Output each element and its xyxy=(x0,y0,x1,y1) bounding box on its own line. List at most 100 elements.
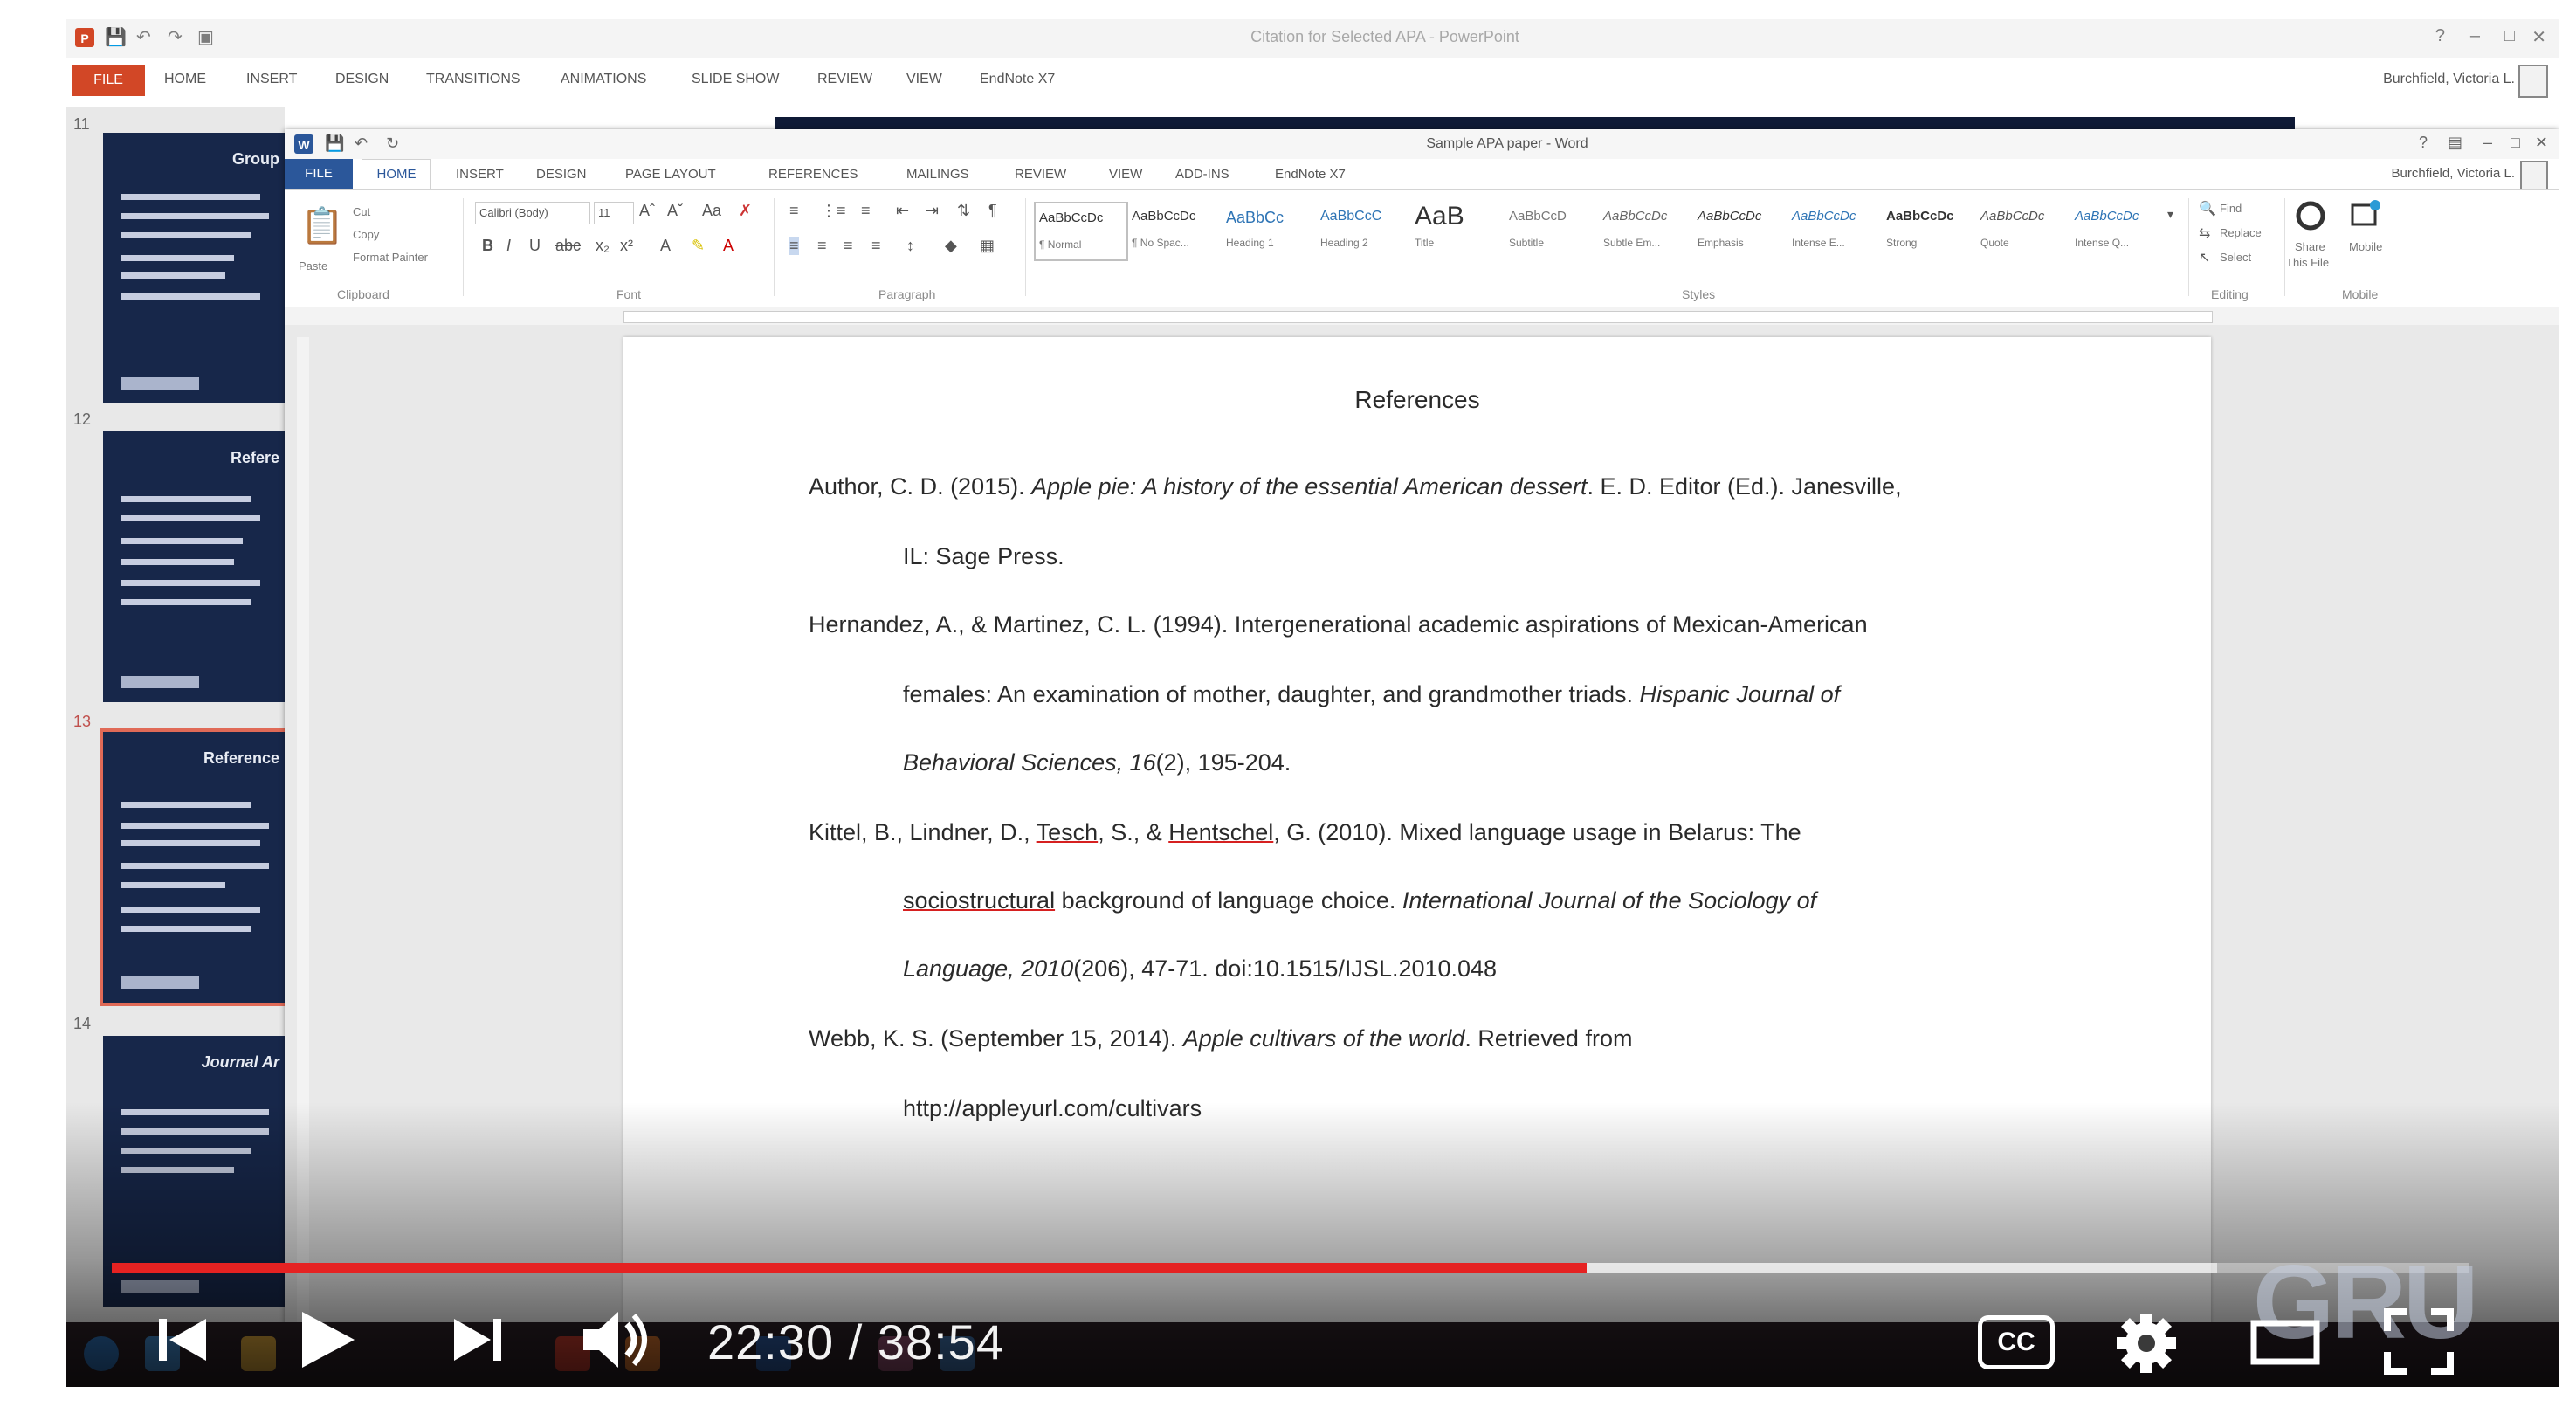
ppt-tab-insert[interactable]: INSERT xyxy=(246,72,297,87)
style-quote[interactable]: AaBbCcDc Quote xyxy=(1977,202,2068,258)
play-icon[interactable] xyxy=(297,1308,358,1371)
redo-icon[interactable]: ↻ xyxy=(386,134,399,153)
misspelled-word[interactable]: Tesch xyxy=(1037,819,1099,845)
ppt-tab-file[interactable]: FILE xyxy=(72,65,145,96)
restore-icon[interactable]: □ xyxy=(2511,134,2520,152)
theater-mode-icon[interactable] xyxy=(2249,1317,2321,1368)
word-user-avatar[interactable] xyxy=(2520,161,2548,190)
style-subtle-emphasis[interactable]: AaBbCcDc Subtle Em... xyxy=(1600,202,1691,258)
settings-gear-icon[interactable] xyxy=(2115,1312,2178,1375)
change-case-icon[interactable]: Aa xyxy=(702,202,721,220)
subscript-icon[interactable]: x₂ xyxy=(596,237,610,255)
font-name-select[interactable]: Calibri (Body) xyxy=(475,202,590,224)
replace-button[interactable]: Replace xyxy=(2220,226,2262,239)
previous-icon[interactable] xyxy=(154,1312,210,1368)
slide-thumbnail[interactable]: Group xyxy=(103,133,286,403)
word-tab-references[interactable]: REFERENCES xyxy=(768,167,858,182)
style-title[interactable]: AaB Title xyxy=(1411,202,1502,258)
close-icon[interactable]: ✕ xyxy=(2531,26,2546,48)
word-tab-view[interactable]: VIEW xyxy=(1109,167,1142,182)
bullets-icon[interactable]: ≡ xyxy=(789,202,799,220)
text-effects-icon[interactable]: A xyxy=(660,237,671,255)
share-button[interactable]: Share xyxy=(2295,240,2325,253)
ppt-tab-transitions[interactable]: TRANSITIONS xyxy=(426,72,520,87)
undo-icon[interactable]: ↶ xyxy=(136,26,151,48)
word-tab-add-ins[interactable]: ADD-INS xyxy=(1175,167,1229,182)
justify-icon[interactable]: ≡ xyxy=(871,237,881,255)
line-spacing-icon[interactable]: ↕ xyxy=(906,237,914,255)
word-tab-file[interactable]: FILE xyxy=(285,159,353,189)
mobile-button[interactable]: Mobile xyxy=(2349,240,2382,253)
find-icon[interactable]: 🔍 xyxy=(2199,200,2216,217)
bold-icon[interactable]: B xyxy=(482,237,493,255)
font-color-icon[interactable]: A xyxy=(723,237,734,255)
clear-formatting-icon[interactable]: ✗ xyxy=(739,202,752,220)
replace-icon[interactable]: ⇆ xyxy=(2199,224,2210,242)
styles-more-icon[interactable]: ▾ xyxy=(2167,207,2173,222)
align-left-icon[interactable]: ≡ xyxy=(789,237,799,255)
shading-icon[interactable]: ◆ xyxy=(945,237,957,255)
select-icon[interactable]: ↖ xyxy=(2199,249,2210,266)
increase-indent-icon[interactable]: ⇥ xyxy=(926,202,939,220)
ppt-tab-slide-show[interactable]: SLIDE SHOW xyxy=(692,72,779,87)
show-formatting-icon[interactable]: ¶ xyxy=(988,202,997,220)
style-no-spacing[interactable]: AaBbCcDc ¶ No Spac... xyxy=(1128,202,1219,258)
find-button[interactable]: Find xyxy=(2220,202,2242,215)
word-tab-home[interactable]: HOME xyxy=(362,159,431,190)
help-icon[interactable]: ? xyxy=(2435,26,2445,46)
underline-icon[interactable]: U xyxy=(529,237,541,255)
numbering-icon[interactable]: ⋮≡ xyxy=(821,202,846,220)
minimize-icon[interactable]: – xyxy=(2483,134,2492,152)
decrease-indent-icon[interactable]: ⇤ xyxy=(896,202,909,220)
align-right-icon[interactable]: ≡ xyxy=(844,237,853,255)
slide-thumbnail[interactable]: Refere xyxy=(103,431,286,702)
style-intense-emphasis[interactable]: AaBbCcDc Intense E... xyxy=(1788,202,1879,258)
italic-icon[interactable]: I xyxy=(506,237,511,255)
mobile-icon[interactable] xyxy=(2347,197,2382,231)
paste-button[interactable]: Paste xyxy=(299,259,327,272)
sort-icon[interactable]: ⇅ xyxy=(957,202,970,220)
fullscreen-icon[interactable] xyxy=(2384,1308,2454,1375)
save-icon[interactable]: 💾 xyxy=(325,134,344,153)
ppt-tab-home[interactable]: HOME xyxy=(164,72,206,87)
shrink-font-icon[interactable]: Aˇ xyxy=(667,202,683,220)
horizontal-ruler[interactable] xyxy=(285,307,2559,325)
select-button[interactable]: Select xyxy=(2220,251,2251,264)
ppt-tab-design[interactable]: DESIGN xyxy=(335,72,389,87)
word-tab-review[interactable]: REVIEW xyxy=(1015,167,1066,182)
undo-icon[interactable]: ↶ xyxy=(355,134,368,153)
ppt-tab-endnote[interactable]: EndNote X7 xyxy=(980,72,1055,87)
cc-icon[interactable]: CC xyxy=(1978,1315,2055,1369)
share-icon[interactable] xyxy=(2293,198,2328,233)
word-tab-insert[interactable]: INSERT xyxy=(456,167,504,182)
format-painter-button[interactable]: Format Painter xyxy=(353,251,428,264)
ppt-tab-animations[interactable]: ANIMATIONS xyxy=(561,72,646,87)
paste-icon[interactable]: 📋 xyxy=(300,205,344,246)
cut-button[interactable]: Cut xyxy=(353,205,370,218)
strikethrough-icon[interactable]: abc xyxy=(555,237,581,255)
redo-icon[interactable]: ↷ xyxy=(168,26,183,48)
style-strong[interactable]: AaBbCcDc Strong xyxy=(1883,202,1973,258)
save-icon[interactable]: 💾 xyxy=(105,26,127,48)
minimize-icon[interactable]: – xyxy=(2470,26,2480,46)
close-icon[interactable]: ✕ xyxy=(2535,134,2548,152)
style-subtitle[interactable]: AaBbCcD Subtitle xyxy=(1505,202,1596,258)
volume-icon[interactable] xyxy=(580,1308,658,1371)
grow-font-icon[interactable]: Aˆ xyxy=(639,202,655,220)
help-icon[interactable]: ? xyxy=(2419,134,2428,152)
word-user-name[interactable]: Burchfield, Victoria L. xyxy=(2392,166,2515,181)
style-normal[interactable]: AaBbCcDc ¶ Normal xyxy=(1034,202,1128,261)
video-player[interactable]: P 💾 ↶ ↷ ▣ Citation for Selected APA - Po… xyxy=(66,19,2559,1387)
misspelled-word[interactable]: Hentschel xyxy=(1168,819,1273,845)
presentation-icon[interactable]: ▣ xyxy=(197,26,214,48)
next-icon[interactable] xyxy=(451,1312,506,1368)
slide-thumbnail-selected[interactable]: Reference xyxy=(100,728,290,1006)
word-tab-design[interactable]: DESIGN xyxy=(536,167,587,182)
highlight-icon[interactable]: ✎ xyxy=(692,237,705,255)
font-size-select[interactable]: 11 xyxy=(594,202,634,224)
ppt-user-avatar[interactable] xyxy=(2518,65,2548,98)
ppt-user-name[interactable]: Burchfield, Victoria L. xyxy=(2383,72,2515,87)
multilevel-list-icon[interactable]: ≡ xyxy=(861,202,871,220)
ppt-tab-review[interactable]: REVIEW xyxy=(817,72,872,87)
restore-icon[interactable]: □ xyxy=(2504,26,2515,46)
